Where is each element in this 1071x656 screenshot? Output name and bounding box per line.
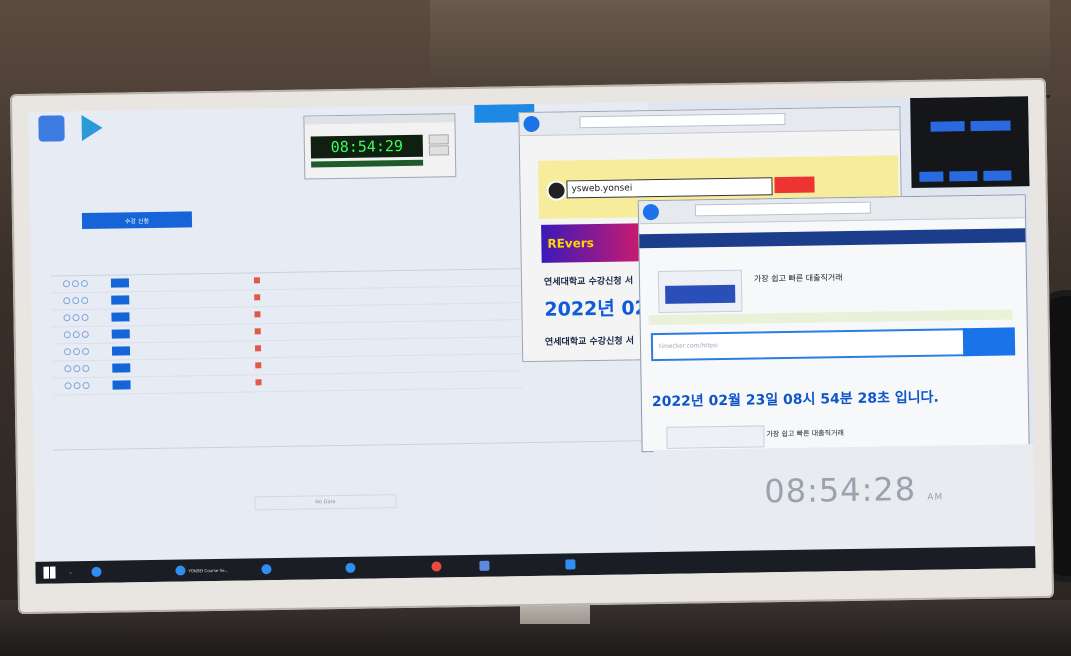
back-arrow-icon[interactable] — [642, 203, 660, 221]
clock-widget-button-1[interactable] — [428, 134, 449, 145]
taskbar-item-6[interactable] — [565, 556, 576, 572]
info-line — [651, 367, 656, 373]
loan-ad-image[interactable] — [657, 269, 743, 314]
address-bar-2[interactable] — [694, 201, 871, 217]
banner-red-button[interactable] — [774, 176, 815, 194]
app-icon — [479, 560, 490, 571]
ie-icon — [345, 562, 356, 573]
page-heading-1: 연세대학교 수강신청 서 — [543, 276, 634, 288]
monitor-screen: 수강 신청 No Data 08:54:29 ysweb.yonsei REve… — [28, 96, 1036, 584]
dark-pill-2[interactable] — [970, 120, 1011, 132]
dark-timer-panel — [910, 96, 1030, 189]
clock-widget-button-2[interactable] — [428, 145, 449, 156]
row-apply-button[interactable] — [112, 379, 131, 390]
row-apply-button[interactable] — [110, 277, 129, 288]
site-url-box[interactable]: ysweb.yonsei — [566, 177, 773, 199]
address-bar[interactable] — [579, 112, 786, 129]
page-heading-3: 연세대학교 수강신청 서 — [544, 336, 635, 348]
dark-pill-1[interactable] — [930, 121, 965, 132]
row-apply-button[interactable] — [111, 311, 130, 322]
ie-icon — [261, 564, 272, 575]
desktop-icon-1[interactable] — [38, 115, 65, 142]
lower-table-header — [53, 424, 654, 451]
loan-ad-image-2[interactable] — [666, 425, 765, 449]
page-heading-date: 2022년 02 — [544, 297, 649, 321]
course-table — [50, 252, 523, 396]
ie-icon — [175, 565, 186, 576]
current-time-sentence: 2022년 02월 23일 08시 54분 28초 입니다. — [651, 389, 939, 411]
time-search-button[interactable] — [962, 327, 1016, 357]
time-search-input[interactable]: timecker.com/https: — [650, 328, 968, 362]
clock-icon — [546, 180, 567, 201]
loan-ad-graphic — [665, 284, 736, 304]
play-icon[interactable] — [76, 115, 102, 141]
row-apply-button[interactable] — [112, 362, 131, 373]
browser-window-timecheck: 가장 쉽고 빠른 대출직거래 timecker.com/https: 2022년… — [637, 194, 1030, 453]
clock-widget-status — [311, 159, 424, 168]
taskbar-item-4[interactable] — [345, 560, 356, 576]
dark-pill-5[interactable] — [983, 170, 1012, 181]
taskbar-item-label: YONSEI Course Se... — [188, 567, 229, 573]
clock-widget-time: 08:54:29 — [310, 134, 424, 159]
row-apply-button[interactable] — [111, 345, 130, 356]
big-clock-time: 08:54:28 AM — [764, 469, 944, 511]
big-clock-ampm: AM — [927, 492, 944, 503]
row-apply-button[interactable] — [111, 328, 130, 339]
windows-start-icon[interactable] — [43, 566, 56, 579]
loan-ad-title[interactable]: 가장 쉽고 빠른 대출직거래 — [754, 272, 843, 284]
row-apply-button[interactable] — [110, 294, 130, 305]
enroll-button[interactable]: 수강 신청 — [81, 211, 193, 230]
search-icon[interactable]: ⌕ — [69, 564, 72, 580]
clock-widget-window: 08:54:29 — [303, 113, 457, 180]
dark-pill-4[interactable] — [949, 170, 978, 182]
taskbar-item-3[interactable] — [261, 561, 272, 577]
chrome-icon[interactable] — [431, 558, 442, 574]
ie-icon — [91, 566, 102, 577]
back-arrow-icon[interactable] — [523, 115, 540, 133]
loan-ad-title-2[interactable]: 가장 쉽고 빠른 대출직거래 — [766, 428, 844, 439]
no-data-label: No Data — [254, 494, 397, 511]
big-clock-digits: 08:54:28 — [764, 469, 917, 511]
app-icon — [565, 559, 576, 570]
monitor: 수강 신청 No Data 08:54:29 ysweb.yonsei REve… — [9, 77, 1055, 615]
taskbar-item-1[interactable] — [91, 564, 102, 580]
advertisement-banner[interactable]: REvers — [541, 223, 648, 263]
chrome-glyph — [431, 561, 442, 572]
clock-widget-titlebar[interactable] — [304, 114, 455, 125]
taskbar-item-5[interactable] — [479, 558, 490, 574]
big-clock-area: 08:54:28 AM — [653, 444, 1036, 553]
taskbar-item-2[interactable]: YONSEI Course Se... — [175, 562, 228, 579]
dark-pill-3[interactable] — [919, 171, 944, 182]
